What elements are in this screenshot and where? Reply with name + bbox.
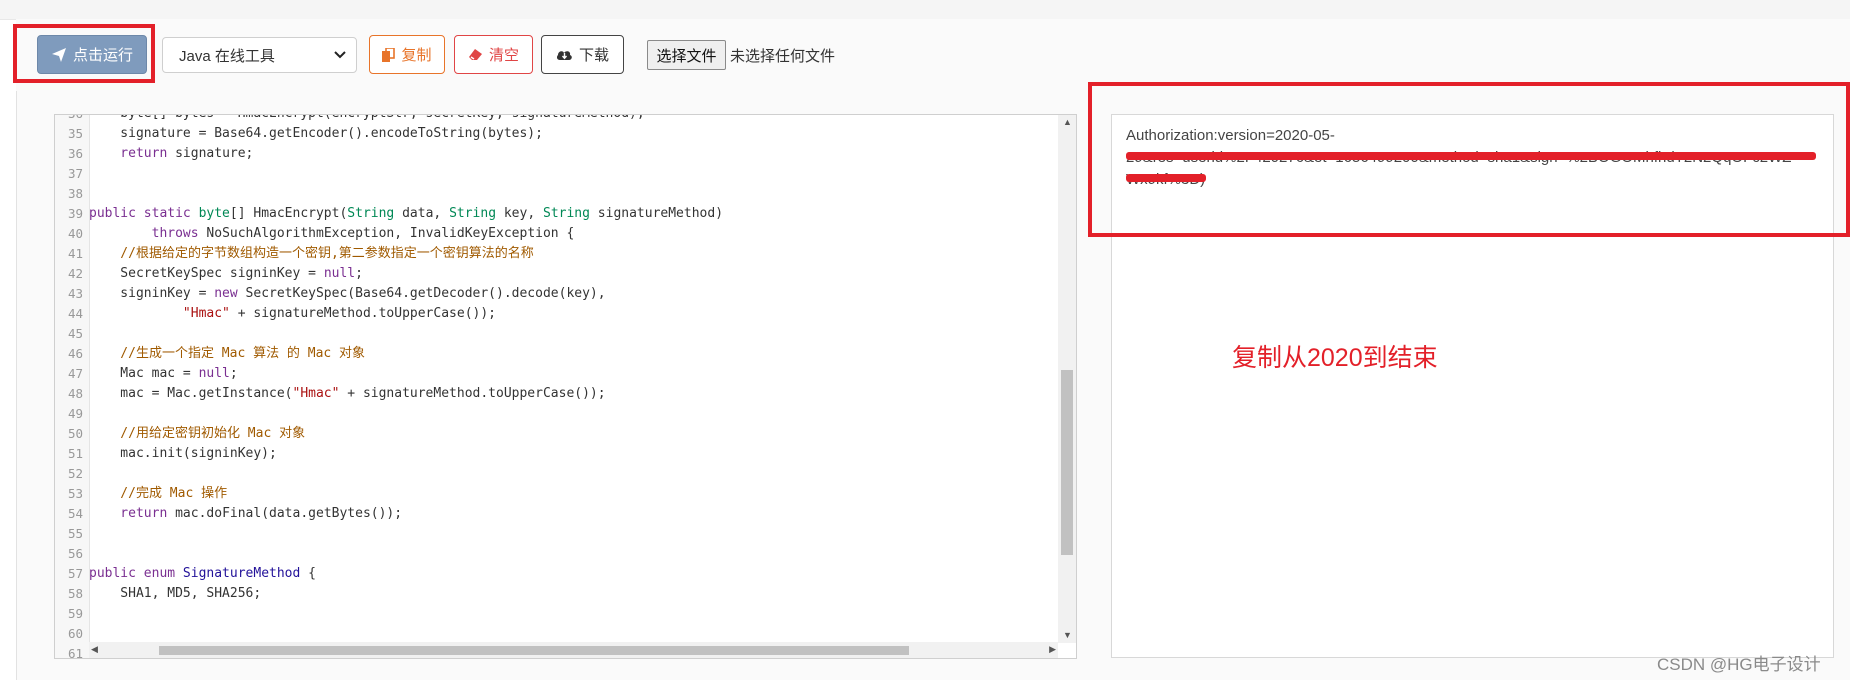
line-number: 54 <box>67 506 83 521</box>
scroll-down-icon[interactable]: ▼ <box>1063 630 1072 640</box>
line-number: 39 <box>67 206 83 221</box>
line-number: 58 <box>67 586 83 601</box>
code-line: SHA1, MD5, SHA256; <box>89 586 262 601</box>
code-line: "Hmac" + signatureMethod.toUpperCase()); <box>182 306 496 321</box>
copy-icon <box>382 47 396 62</box>
code-line: SecretKeySpec signinKey = null; <box>89 266 363 281</box>
line-number: 35 <box>67 126 83 141</box>
clear-button[interactable]: 清空 <box>454 35 533 74</box>
line-number: 36 <box>55 115 83 124</box>
line-number: 45 <box>67 326 83 341</box>
code-line: //完成 Mac 操作 <box>89 486 228 501</box>
code-line: throws NoSuchAlgorithmException, Invalid… <box>151 226 575 241</box>
annotation-text: 复制从2020到结束 <box>1232 344 1438 372</box>
line-number: 53 <box>67 486 83 501</box>
code-line: byte[] bytes = HmacEncrypt(encryptStr, s… <box>89 115 644 124</box>
line-number: 50 <box>67 426 83 441</box>
code-line: //根据给定的字节数组构造一个密钥,第二参数指定一个密钥算法的名称 <box>89 246 534 261</box>
line-number: 43 <box>67 286 83 301</box>
horizontal-scroll-thumb[interactable] <box>159 646 909 655</box>
line-number: 59 <box>67 606 83 621</box>
code-line: signinKey = new SecretKeySpec(Base64.get… <box>89 286 606 301</box>
code-line: mac = Mac.getInstance("Hmac" + signature… <box>89 386 606 401</box>
code-line: public static byte[] HmacEncrypt(String … <box>89 206 724 221</box>
copy-button[interactable]: 复制 <box>369 35 445 74</box>
code-line: signature = Base64.getEncoder().encodeTo… <box>89 126 543 141</box>
code-editor[interactable]: byte[] bytes = HmacEncrypt(encryptStr, s… <box>54 114 1077 659</box>
line-number: 55 <box>67 526 83 541</box>
choose-file-button[interactable]: 选择文件 <box>647 40 726 70</box>
tool-select-value: Java 在线工具 <box>179 47 275 65</box>
scroll-right-icon[interactable]: ▶ <box>1049 644 1056 655</box>
line-number: 48 <box>67 386 83 401</box>
cloud-download-icon <box>556 50 572 60</box>
eraser-icon <box>468 49 482 60</box>
line-number: 36 <box>67 146 83 161</box>
line-number: 57 <box>67 566 83 581</box>
run-button-highlight <box>13 24 155 83</box>
line-number: 41 <box>67 246 83 261</box>
line-number: 46 <box>67 346 83 361</box>
download-button[interactable]: 下载 <box>541 35 624 74</box>
line-number: 40 <box>67 226 83 241</box>
copy-button-label: 复制 <box>401 47 432 64</box>
horizontal-scrollbar[interactable]: ◀ ▶ <box>89 642 1058 658</box>
line-number: 61 <box>67 646 83 659</box>
code-line: //用给定密钥初始化 Mac 对象 <box>89 426 306 441</box>
file-status: 未选择任何文件 <box>730 48 836 65</box>
code-area[interactable]: byte[] bytes = HmacEncrypt(encryptStr, s… <box>89 115 1058 642</box>
code-line: Mac mac = null; <box>89 366 238 381</box>
line-number: 38 <box>67 186 83 201</box>
line-number: 51 <box>67 446 83 461</box>
tool-select[interactable]: Java 在线工具 <box>162 37 357 73</box>
code-line: mac.init(signinKey); <box>89 446 277 461</box>
top-strip <box>0 0 1850 20</box>
line-number: 60 <box>67 626 83 641</box>
scroll-left-icon[interactable]: ◀ <box>91 644 98 655</box>
code-line: return mac.doFinal(data.getBytes()); <box>89 506 403 521</box>
scroll-up-icon[interactable]: ▲ <box>1063 117 1072 127</box>
line-number: 52 <box>67 466 83 481</box>
line-number: 37 <box>67 166 83 181</box>
line-number: 47 <box>67 366 83 381</box>
clear-button-label: 清空 <box>488 47 519 64</box>
output-highlight <box>1088 82 1850 237</box>
watermark: CSDN @HG电子设计 <box>1657 655 1821 674</box>
code-line: return signature; <box>89 146 254 161</box>
line-number: 56 <box>67 546 83 561</box>
vertical-scroll-thumb[interactable] <box>1061 370 1073 555</box>
line-number: 49 <box>67 406 83 421</box>
code-line: //生成一个指定 Mac 算法 的 Mac 对象 <box>89 346 366 361</box>
code-line: public enum SignatureMethod { <box>89 566 316 581</box>
vertical-scrollbar[interactable]: ▲ ▼ <box>1058 115 1076 643</box>
line-number: 44 <box>67 306 83 321</box>
download-button-label: 下载 <box>578 47 609 64</box>
chevron-down-icon <box>334 51 346 59</box>
line-number: 42 <box>67 266 83 281</box>
